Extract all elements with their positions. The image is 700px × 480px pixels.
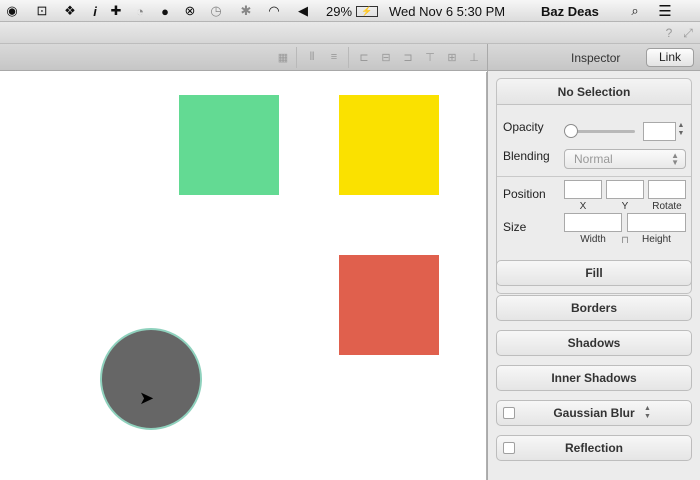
mouse-cursor-icon: ➤ <box>139 388 155 408</box>
battery-icon[interactable]: ⚡ <box>356 6 378 17</box>
record-icon[interactable]: ◉ <box>4 3 20 19</box>
red-square[interactable] <box>339 255 439 355</box>
gaussian-blur-label: Gaussian Blur <box>553 406 635 420</box>
align-middle-vertical-icon[interactable]: ⊞ <box>445 50 459 64</box>
wifi-icon[interactable]: ◠ <box>266 3 282 19</box>
rotate-label: Rotate <box>652 201 682 212</box>
toolbar-divider <box>296 47 297 68</box>
help-icon[interactable]: ? <box>661 25 677 41</box>
panel-title: No Selection <box>497 79 691 105</box>
time-machine-icon[interactable]: ◷ <box>208 3 224 19</box>
dropbox-icon[interactable]: ❖ <box>62 3 78 19</box>
menu-bar: ◉ ⊡ ❖ i ✚ ◔ ● ⊗ ◷ ✱ ◠ ◀ 29% ⚡ Wed Nov 6 … <box>0 0 700 22</box>
align-center-horizontal-icon[interactable]: ⊟ <box>379 50 393 64</box>
gauge-icon[interactable]: ◔ <box>132 3 148 19</box>
yellow-square[interactable] <box>339 95 439 195</box>
volume-icon[interactable]: ◀ <box>295 3 311 19</box>
green-square[interactable] <box>179 95 279 195</box>
window-titlebar: ? ⤢ <box>0 22 700 44</box>
blur-type-arrows-icon[interactable]: ▲ ▼ <box>644 405 651 421</box>
stop-icon[interactable]: ⊡ <box>34 3 50 19</box>
blending-label: Blending <box>503 149 550 163</box>
battery-percent[interactable]: 29% <box>326 4 352 19</box>
distribute-vertical-icon[interactable]: ≡ <box>327 50 341 64</box>
canvas[interactable]: ➤ <box>0 72 487 480</box>
blending-select[interactable]: Normal ▲ ▼ <box>564 149 686 169</box>
menubar-user[interactable]: Baz Deas <box>541 4 599 19</box>
width-field[interactable] <box>564 213 622 232</box>
bluetooth-icon[interactable]: ✱ <box>238 3 254 19</box>
gray-circle[interactable] <box>100 328 202 430</box>
opacity-slider-knob[interactable] <box>564 124 578 138</box>
rotate-field[interactable] <box>648 180 686 199</box>
opacity-slider-track[interactable] <box>571 130 635 133</box>
fill-section-button[interactable]: Fill <box>496 260 692 286</box>
fullscreen-icon[interactable]: ⤢ <box>680 25 696 41</box>
info-icon[interactable]: i <box>87 3 103 19</box>
align-right-icon[interactable]: ⊐ <box>401 50 415 64</box>
position-x-field[interactable] <box>564 180 602 199</box>
gaussian-blur-section[interactable]: Gaussian Blur ▲ ▼ <box>496 400 692 426</box>
grid-icon[interactable]: ▦ <box>276 50 290 64</box>
size-label: Size <box>503 220 527 234</box>
toolbar-divider <box>348 47 349 68</box>
reflection-checkbox[interactable] <box>503 442 515 454</box>
opacity-stepper[interactable]: ▲ ▼ <box>677 122 685 140</box>
inspector-header: Inspector Link <box>488 44 700 71</box>
reflection-section[interactable]: Reflection <box>496 435 692 461</box>
opacity-label: Opacity <box>503 120 544 134</box>
panel-divider <box>497 176 691 177</box>
notification-center-icon[interactable]: ☰ <box>657 3 673 20</box>
chat-icon[interactable]: ● <box>157 3 173 19</box>
position-label: Position <box>503 187 546 201</box>
shadows-section-button[interactable]: Shadows <box>496 330 692 356</box>
inner-shadows-section-button[interactable]: Inner Shadows <box>496 365 692 391</box>
align-top-icon[interactable]: ⊤ <box>423 50 437 64</box>
gaussian-blur-checkbox[interactable] <box>503 407 515 419</box>
height-label: Height <box>642 234 671 245</box>
blending-value: Normal <box>574 152 613 166</box>
close-circle-icon[interactable]: ⊗ <box>182 3 198 19</box>
alignment-toolbar: ▦ ⫴ ≡ ⊏ ⊟ ⊐ ⊤ ⊞ ⊥ <box>0 44 487 71</box>
inspector-panel: Inspector Link No Selection Opacity ▲ ▼ B… <box>487 44 700 480</box>
reflection-label: Reflection <box>564 441 623 455</box>
plus-icon[interactable]: ✚ <box>108 3 124 19</box>
borders-section-button[interactable]: Borders <box>496 295 692 321</box>
link-button[interactable]: Link <box>646 48 694 67</box>
width-label: Width <box>580 234 606 245</box>
height-field[interactable] <box>627 213 686 232</box>
align-bottom-icon[interactable]: ⊥ <box>467 50 481 64</box>
opacity-field[interactable] <box>643 122 676 141</box>
spotlight-search-icon[interactable]: ⌕ <box>627 3 643 19</box>
select-arrows-icon: ▲ ▼ <box>671 151 679 167</box>
position-y-field[interactable] <box>606 180 644 199</box>
distribute-horizontal-icon[interactable]: ⫴ <box>305 50 319 64</box>
menubar-clock[interactable]: Wed Nov 6 5:30 PM <box>389 4 505 19</box>
y-label: Y <box>621 201 629 212</box>
align-left-icon[interactable]: ⊏ <box>357 50 371 64</box>
x-label: X <box>579 201 587 212</box>
inspector-title: Inspector <box>571 51 621 65</box>
